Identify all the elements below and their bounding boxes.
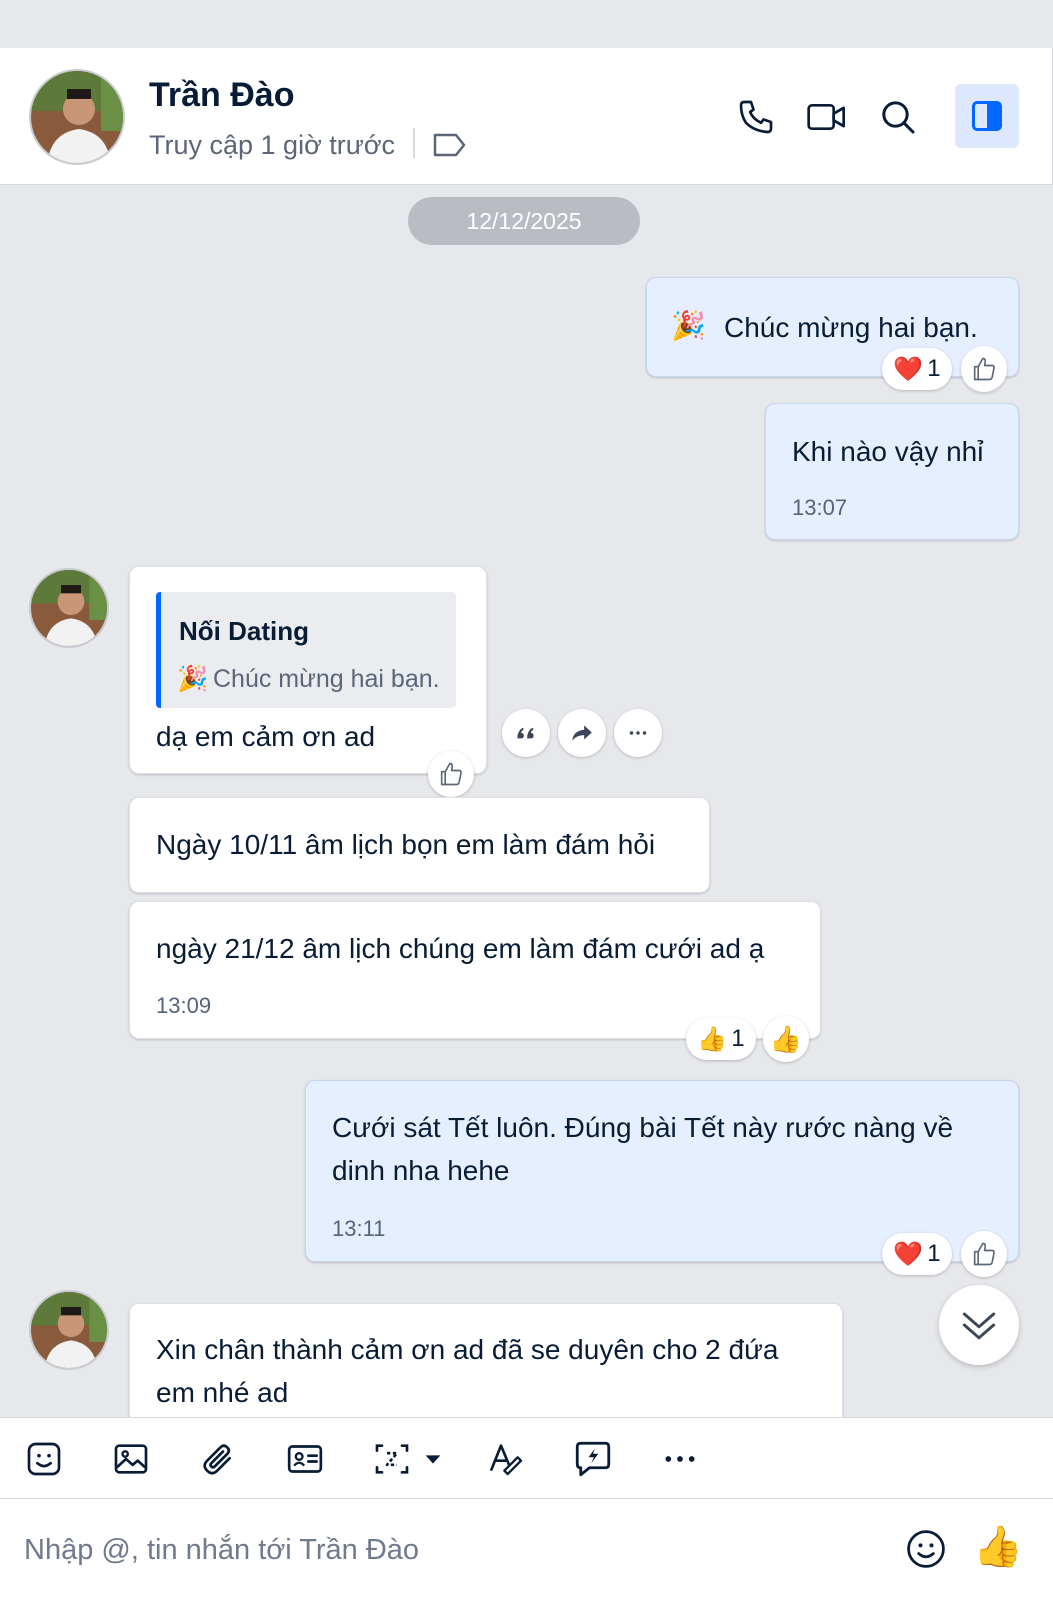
date-divider: 12/12/2025 bbox=[408, 197, 640, 245]
tag-icon[interactable] bbox=[432, 131, 468, 159]
forward-icon bbox=[572, 725, 592, 741]
phone-icon[interactable] bbox=[731, 92, 781, 142]
message-text-line: Xin chân thành cảm ơn ad đã se duyên cho… bbox=[156, 1334, 779, 1365]
reaction-badge[interactable]: ❤️ 1 bbox=[882, 348, 952, 390]
like-reaction-button[interactable] bbox=[961, 1231, 1007, 1277]
reaction-badge[interactable]: 👍 1 bbox=[686, 1018, 756, 1060]
quick-message-icon[interactable] bbox=[570, 1436, 616, 1482]
video-icon[interactable] bbox=[802, 92, 852, 142]
sidebar-toggle-icon[interactable] bbox=[955, 84, 1019, 148]
thumbs-up-icon: 👍 bbox=[697, 1025, 728, 1053]
message-bubble-received[interactable]: Nối Dating 🎉 Chúc mừng hai bạn. dạ em cả… bbox=[129, 566, 487, 774]
more-actions-button[interactable] bbox=[614, 709, 662, 757]
screenshot-icon[interactable] bbox=[369, 1436, 415, 1482]
avatar[interactable] bbox=[29, 69, 125, 165]
divider bbox=[413, 128, 415, 158]
like-reaction-button[interactable] bbox=[961, 346, 1007, 392]
image-icon[interactable] bbox=[108, 1436, 154, 1482]
send-like-button[interactable]: 👍 bbox=[972, 1521, 1024, 1573]
quick-like-button[interactable]: 👍 bbox=[763, 1016, 809, 1062]
message-text: dạ em cảm ơn ad bbox=[156, 721, 376, 752]
more-icon[interactable] bbox=[657, 1436, 703, 1482]
reaction-count: 1 bbox=[927, 1240, 941, 1267]
contact-name: Trần Đào bbox=[149, 76, 295, 114]
message-text-line: Cưới sát Tết luôn. Đúng bài Tết này rước… bbox=[332, 1112, 954, 1143]
message-list[interactable]: 12/12/2025 🎉 Chúc mừng hai bạn. ❤️ 1 Khi… bbox=[0, 185, 1053, 1417]
message-text-line: dinh nha hehe bbox=[332, 1155, 510, 1186]
quote-reply-button[interactable] bbox=[502, 709, 550, 757]
message-bubble-received[interactable]: Xin chân thành cảm ơn ad đã se duyên cho… bbox=[129, 1303, 843, 1417]
composer-toolbar bbox=[0, 1417, 1053, 1499]
contact-status: Truy cập 1 giờ trước bbox=[149, 130, 396, 160]
chevron-down-double-icon bbox=[962, 1312, 996, 1340]
quote-icon bbox=[517, 727, 534, 739]
emoji-icon[interactable] bbox=[902, 1525, 950, 1573]
quote-emoji: 🎉 bbox=[177, 665, 209, 693]
reaction-count: 1 bbox=[731, 1025, 745, 1052]
reaction-badge[interactable]: ❤️ 1 bbox=[882, 1233, 952, 1275]
message-time: 13:07 bbox=[792, 495, 848, 520]
scroll-to-bottom-button[interactable] bbox=[939, 1285, 1019, 1365]
format-text-icon[interactable] bbox=[483, 1436, 529, 1482]
like-reaction-button[interactable] bbox=[428, 751, 474, 797]
message-text: Ngày 10/11 âm lịch bọn em làm đám hỏi bbox=[156, 829, 656, 860]
like-icon bbox=[440, 762, 462, 786]
thumbs-up-icon: 👍 bbox=[769, 1023, 803, 1054]
avatar[interactable] bbox=[29, 1290, 109, 1370]
window-top-strip bbox=[0, 0, 1053, 48]
quoted-message[interactable]: Nối Dating 🎉 Chúc mừng hai bạn. bbox=[156, 592, 456, 708]
attach-icon[interactable] bbox=[195, 1436, 241, 1482]
composer: 👍 bbox=[0, 1499, 1053, 1600]
message-text: Chúc mừng hai bạn. bbox=[724, 312, 978, 343]
message-input[interactable] bbox=[24, 1527, 884, 1573]
message-time: 13:11 bbox=[332, 1216, 386, 1241]
like-icon bbox=[973, 1242, 995, 1266]
sticker-icon[interactable] bbox=[21, 1436, 67, 1482]
message-text: ngày 21/12 âm lịch chúng em làm đám cưới… bbox=[156, 933, 765, 964]
caret-down-icon[interactable] bbox=[418, 1436, 448, 1482]
message-text: Khi nào vậy nhỉ bbox=[792, 436, 984, 467]
message-bubble-sent[interactable]: Khi nào vậy nhỉ 13:07 bbox=[765, 403, 1019, 540]
message-text-line: em nhé ad bbox=[156, 1377, 289, 1408]
avatar[interactable] bbox=[29, 568, 109, 648]
message-bubble-received[interactable]: Ngày 10/11 âm lịch bọn em làm đám hỏi bbox=[129, 797, 710, 893]
more-icon bbox=[629, 731, 647, 735]
like-icon bbox=[973, 357, 995, 381]
reaction-count: 1 bbox=[927, 355, 941, 382]
chat-header: Trần Đào Truy cập 1 giờ trước bbox=[0, 48, 1053, 185]
quote-title: Nối Dating bbox=[179, 616, 309, 646]
message-emoji: 🎉 bbox=[671, 310, 706, 341]
message-time: 13:09 bbox=[156, 993, 212, 1018]
forward-button[interactable] bbox=[558, 709, 606, 757]
quote-text: Chúc mừng hai bạn. bbox=[213, 665, 440, 693]
search-icon[interactable] bbox=[873, 92, 923, 142]
contact-card-icon[interactable] bbox=[282, 1436, 328, 1482]
heart-icon: ❤️ bbox=[893, 1240, 924, 1268]
heart-icon: ❤️ bbox=[893, 355, 924, 383]
